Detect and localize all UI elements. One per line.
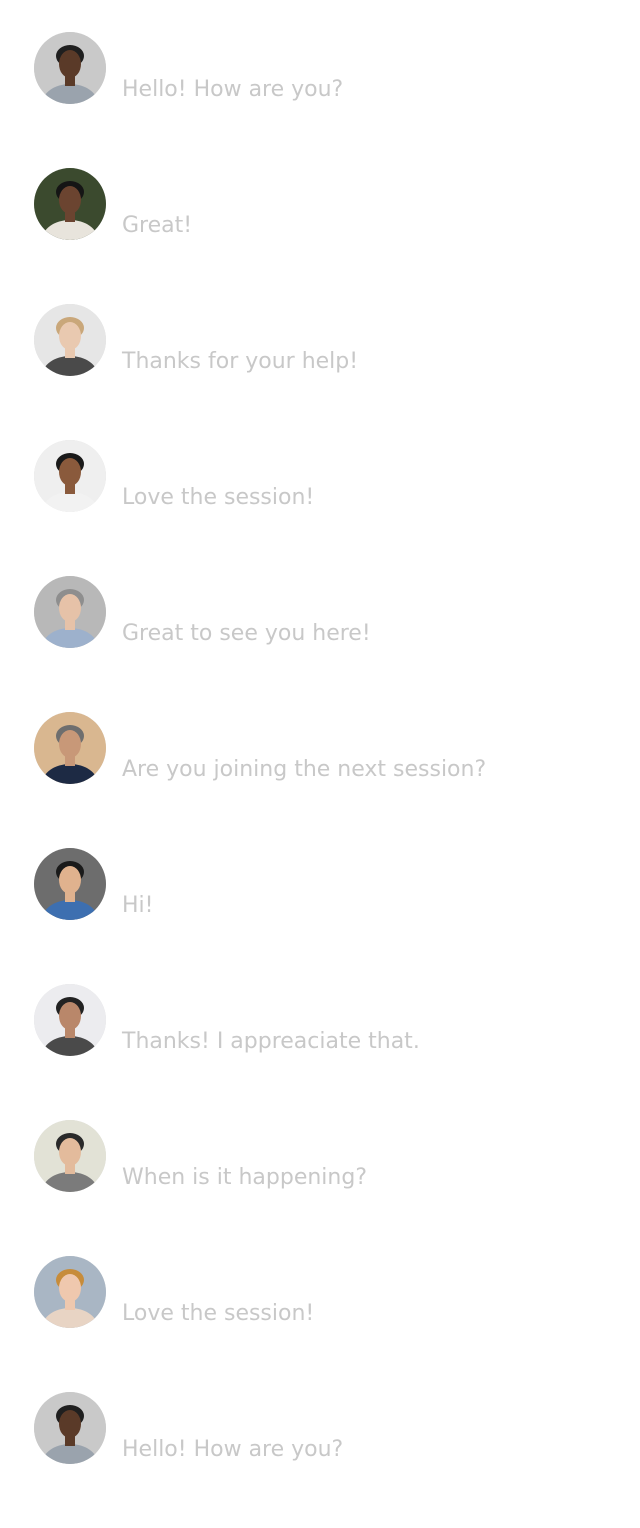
chat-message: Hi!	[0, 848, 640, 984]
avatar-face	[59, 730, 81, 758]
message-text: Thanks! I appreaciate that.	[122, 1029, 420, 1054]
avatar-face	[59, 1002, 81, 1030]
user-avatar[interactable]	[34, 168, 106, 240]
avatar-face	[59, 458, 81, 486]
chat-message: Thanks! I appreaciate that.	[0, 984, 640, 1120]
avatar-face	[59, 1274, 81, 1302]
chat-message: When is it happening?	[0, 1120, 640, 1256]
avatar-portrait	[34, 168, 106, 240]
user-avatar[interactable]	[34, 440, 106, 512]
user-avatar[interactable]	[34, 576, 106, 648]
message-text: Hi!	[122, 893, 154, 918]
avatar-face	[59, 186, 81, 214]
avatar-face	[59, 866, 81, 894]
avatar-portrait	[34, 576, 106, 648]
avatar-face	[59, 594, 81, 622]
message-text: Thanks for your help!	[122, 349, 359, 374]
message-text: Great!	[122, 213, 193, 238]
avatar-portrait	[34, 1120, 106, 1192]
message-text: Love the session!	[122, 1301, 315, 1326]
avatar-portrait	[34, 32, 106, 104]
chat-message: Hello! How are you?	[0, 1392, 640, 1528]
chat-message: Great!	[0, 168, 640, 304]
message-text: Great to see you here!	[122, 621, 371, 646]
chat-screen: { "messages": [ {"text": "Hello! How are…	[0, 0, 640, 1464]
message-text: When is it happening?	[122, 1165, 367, 1190]
avatar-face	[59, 1138, 81, 1166]
chat-message: Are you joining the next session?	[0, 712, 640, 848]
avatar-face	[59, 322, 81, 350]
user-avatar[interactable]	[34, 1392, 106, 1464]
chat-message: Thanks for your help!	[0, 304, 640, 440]
chat-message: Love the session!	[0, 1256, 640, 1392]
chat-message: Love the session!	[0, 440, 640, 576]
user-avatar[interactable]	[34, 984, 106, 1056]
avatar-portrait	[34, 1392, 106, 1464]
avatar-portrait	[34, 440, 106, 512]
avatar-portrait	[34, 712, 106, 784]
avatar-face	[59, 50, 81, 78]
avatar-portrait	[34, 984, 106, 1056]
message-text: Hello! How are you?	[122, 1437, 344, 1462]
message-text: Are you joining the next session?	[122, 757, 487, 782]
avatar-portrait	[34, 848, 106, 920]
message-text: Hello! How are you?	[122, 77, 344, 102]
user-avatar[interactable]	[34, 1256, 106, 1328]
user-avatar[interactable]	[34, 848, 106, 920]
chat-message: Hello! How are you?	[0, 32, 640, 168]
user-avatar[interactable]	[34, 1120, 106, 1192]
chat-message-list: Hello! How are you? Great! Thanks for yo…	[0, 32, 640, 1528]
user-avatar[interactable]	[34, 712, 106, 784]
avatar-portrait	[34, 1256, 106, 1328]
user-avatar[interactable]	[34, 32, 106, 104]
avatar-portrait	[34, 304, 106, 376]
avatar-face	[59, 1410, 81, 1438]
message-text: Love the session!	[122, 485, 315, 510]
user-avatar[interactable]	[34, 304, 106, 376]
chat-message: Great to see you here!	[0, 576, 640, 712]
